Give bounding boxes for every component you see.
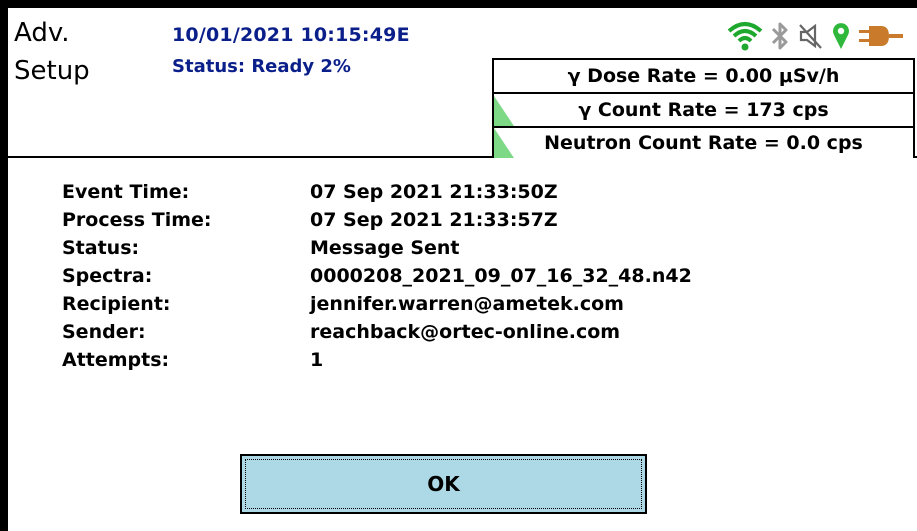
neutron-rate-box: Neutron Count Rate = 0.0 cps bbox=[492, 126, 915, 158]
detail-row-spectra: Spectra: 0000208_2021_09_07_16_32_48.n42 bbox=[62, 262, 692, 290]
detail-label: Event Time: bbox=[62, 181, 190, 203]
header-bar: Adv. Setup 10/01/2021 10:15:49E Status: … bbox=[8, 8, 917, 158]
detail-row-status: Status: Message Sent bbox=[62, 234, 692, 262]
neutron-rate-text: Neutron Count Rate = 0.0 cps bbox=[544, 132, 863, 154]
detail-row-event-time: Event Time: 07 Sep 2021 21:33:50Z bbox=[62, 178, 692, 206]
detail-value: 07 Sep 2021 21:33:57Z bbox=[310, 209, 558, 231]
detail-value: 07 Sep 2021 21:33:50Z bbox=[310, 181, 558, 203]
detail-row-attempts: Attempts: 1 bbox=[62, 346, 692, 374]
detail-value: reachback@ortec-online.com bbox=[310, 321, 621, 343]
detail-row-process-time: Process Time: 07 Sep 2021 21:33:57Z bbox=[62, 206, 692, 234]
dose-rate-box: γ Dose Rate = 0.00 μSv/h bbox=[492, 58, 915, 94]
count-rate-text: γ Count Rate = 173 cps bbox=[578, 99, 829, 121]
detail-label: Attempts: bbox=[62, 349, 170, 371]
count-rate-box: γ Count Rate = 173 cps bbox=[492, 92, 915, 128]
location-icon bbox=[831, 21, 851, 51]
dose-rate-text: γ Dose Rate = 0.00 μSv/h bbox=[567, 65, 840, 87]
status-text: Status: Ready 2% bbox=[172, 56, 351, 77]
wifi-icon bbox=[727, 21, 763, 51]
power-plug-icon bbox=[857, 22, 905, 50]
detail-value: 0000208_2021_09_07_16_32_48.n42 bbox=[310, 265, 692, 287]
detail-label: Sender: bbox=[62, 321, 146, 343]
detail-value: Message Sent bbox=[310, 237, 460, 259]
detail-label: Spectra: bbox=[62, 265, 153, 287]
screen: Adv. Setup 10/01/2021 10:15:49E Status: … bbox=[8, 8, 917, 531]
message-details: Event Time: 07 Sep 2021 21:33:50Z Proces… bbox=[62, 178, 692, 374]
detail-row-recipient: Recipient: jennifer.warren@ametek.com bbox=[62, 290, 692, 318]
bluetooth-icon bbox=[769, 20, 791, 52]
page-title-line2: Setup bbox=[14, 56, 90, 86]
status-icons bbox=[727, 20, 905, 52]
detail-label: Recipient: bbox=[62, 293, 171, 315]
detail-label: Status: bbox=[62, 237, 140, 259]
mute-icon bbox=[797, 21, 825, 51]
datetime-display: 10/01/2021 10:15:49E bbox=[172, 24, 410, 46]
ok-button[interactable]: OK bbox=[240, 454, 647, 514]
detail-value: jennifer.warren@ametek.com bbox=[310, 293, 624, 315]
detail-row-sender: Sender: reachback@ortec-online.com bbox=[62, 318, 692, 346]
page-title-line1: Adv. bbox=[14, 18, 70, 48]
detail-label: Process Time: bbox=[62, 209, 212, 231]
detail-value: 1 bbox=[310, 349, 324, 371]
